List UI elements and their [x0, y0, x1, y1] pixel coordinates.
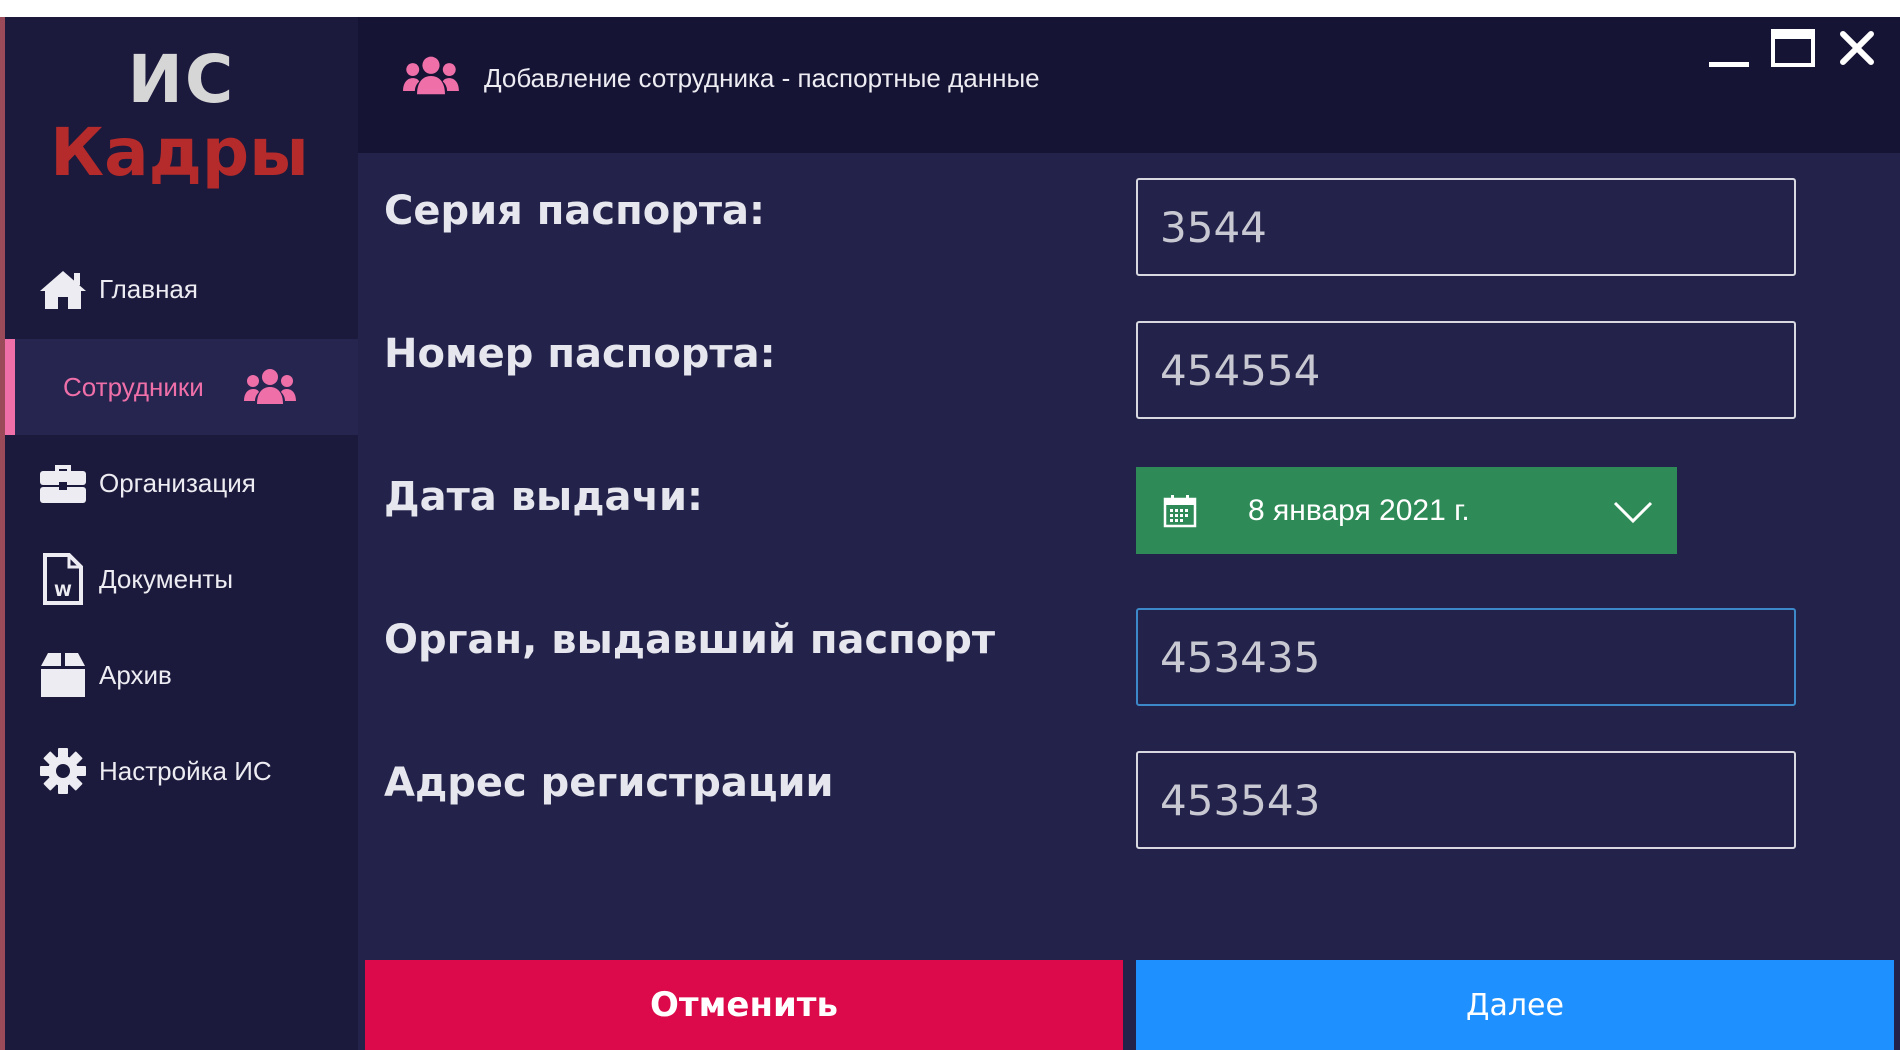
- window-controls: [1704, 23, 1882, 73]
- minimize-icon: [1709, 62, 1749, 67]
- close-button[interactable]: [1832, 23, 1882, 73]
- sidebar-item-settings[interactable]: Настройка ИС: [5, 723, 358, 819]
- sidebar-item-label: Организация: [99, 467, 256, 498]
- sidebar: ИС Кадры Главная Сотрудники Организация …: [5, 17, 358, 1050]
- passport-number-input[interactable]: [1136, 321, 1796, 419]
- sidebar-item-label: Сотрудники: [63, 371, 204, 402]
- app-window: ИС Кадры Главная Сотрудники Организация …: [0, 0, 1900, 1050]
- sidebar-item-label: Настройка ИС: [99, 755, 272, 786]
- calendar-icon: [1163, 494, 1197, 527]
- sidebar-item-documents[interactable]: W Документы: [5, 531, 358, 627]
- maximize-icon: [1771, 29, 1815, 67]
- issued-by-input[interactable]: [1136, 608, 1796, 706]
- home-icon: [37, 263, 89, 315]
- app-logo: ИС Кадры: [5, 45, 358, 191]
- registration-address-label: Адрес регистрации: [384, 760, 834, 806]
- sidebar-item-employees[interactable]: Сотрудники: [5, 339, 358, 435]
- maximize-button[interactable]: [1768, 23, 1818, 73]
- word-document-icon: W: [37, 553, 89, 605]
- passport-series-input[interactable]: [1136, 178, 1796, 276]
- sidebar-item-label: Архив: [99, 659, 172, 690]
- issue-date-label: Дата выдачи:: [384, 474, 703, 520]
- archive-box-icon: [37, 649, 89, 701]
- issue-date-value: 8 января 2021 г.: [1248, 493, 1470, 527]
- next-button[interactable]: Далее: [1136, 960, 1894, 1050]
- svg-text:W: W: [54, 581, 72, 600]
- close-icon: [1840, 31, 1874, 65]
- sidebar-item-home[interactable]: Главная: [5, 241, 358, 337]
- users-icon: [402, 55, 460, 97]
- logo-line-1: ИС: [127, 41, 236, 118]
- page-header: Добавление сотрудника - паспортные данны…: [358, 17, 1900, 153]
- users-icon: [242, 367, 298, 407]
- gear-icon: [37, 745, 89, 797]
- passport-series-label: Серия паспорта:: [384, 188, 766, 234]
- sidebar-item-archive[interactable]: Архив: [5, 627, 358, 723]
- briefcase-icon: [37, 457, 89, 509]
- logo-line-2: Кадры: [50, 114, 309, 191]
- sidebar-item-label: Главная: [99, 273, 198, 304]
- passport-number-label: Номер паспорта:: [384, 331, 776, 377]
- sidebar-item-label: Документы: [99, 563, 234, 594]
- chevron-down-icon: [1613, 501, 1653, 524]
- minimize-button[interactable]: [1704, 23, 1754, 73]
- issued-by-label: Орган, выдавший паспорт: [384, 617, 996, 663]
- cancel-button[interactable]: Отменить: [365, 960, 1123, 1050]
- registration-address-input[interactable]: [1136, 751, 1796, 849]
- issue-date-picker[interactable]: 8 января 2021 г.: [1136, 467, 1677, 554]
- page-title: Добавление сотрудника - паспортные данны…: [484, 63, 1040, 93]
- sidebar-item-organization[interactable]: Организация: [5, 435, 358, 531]
